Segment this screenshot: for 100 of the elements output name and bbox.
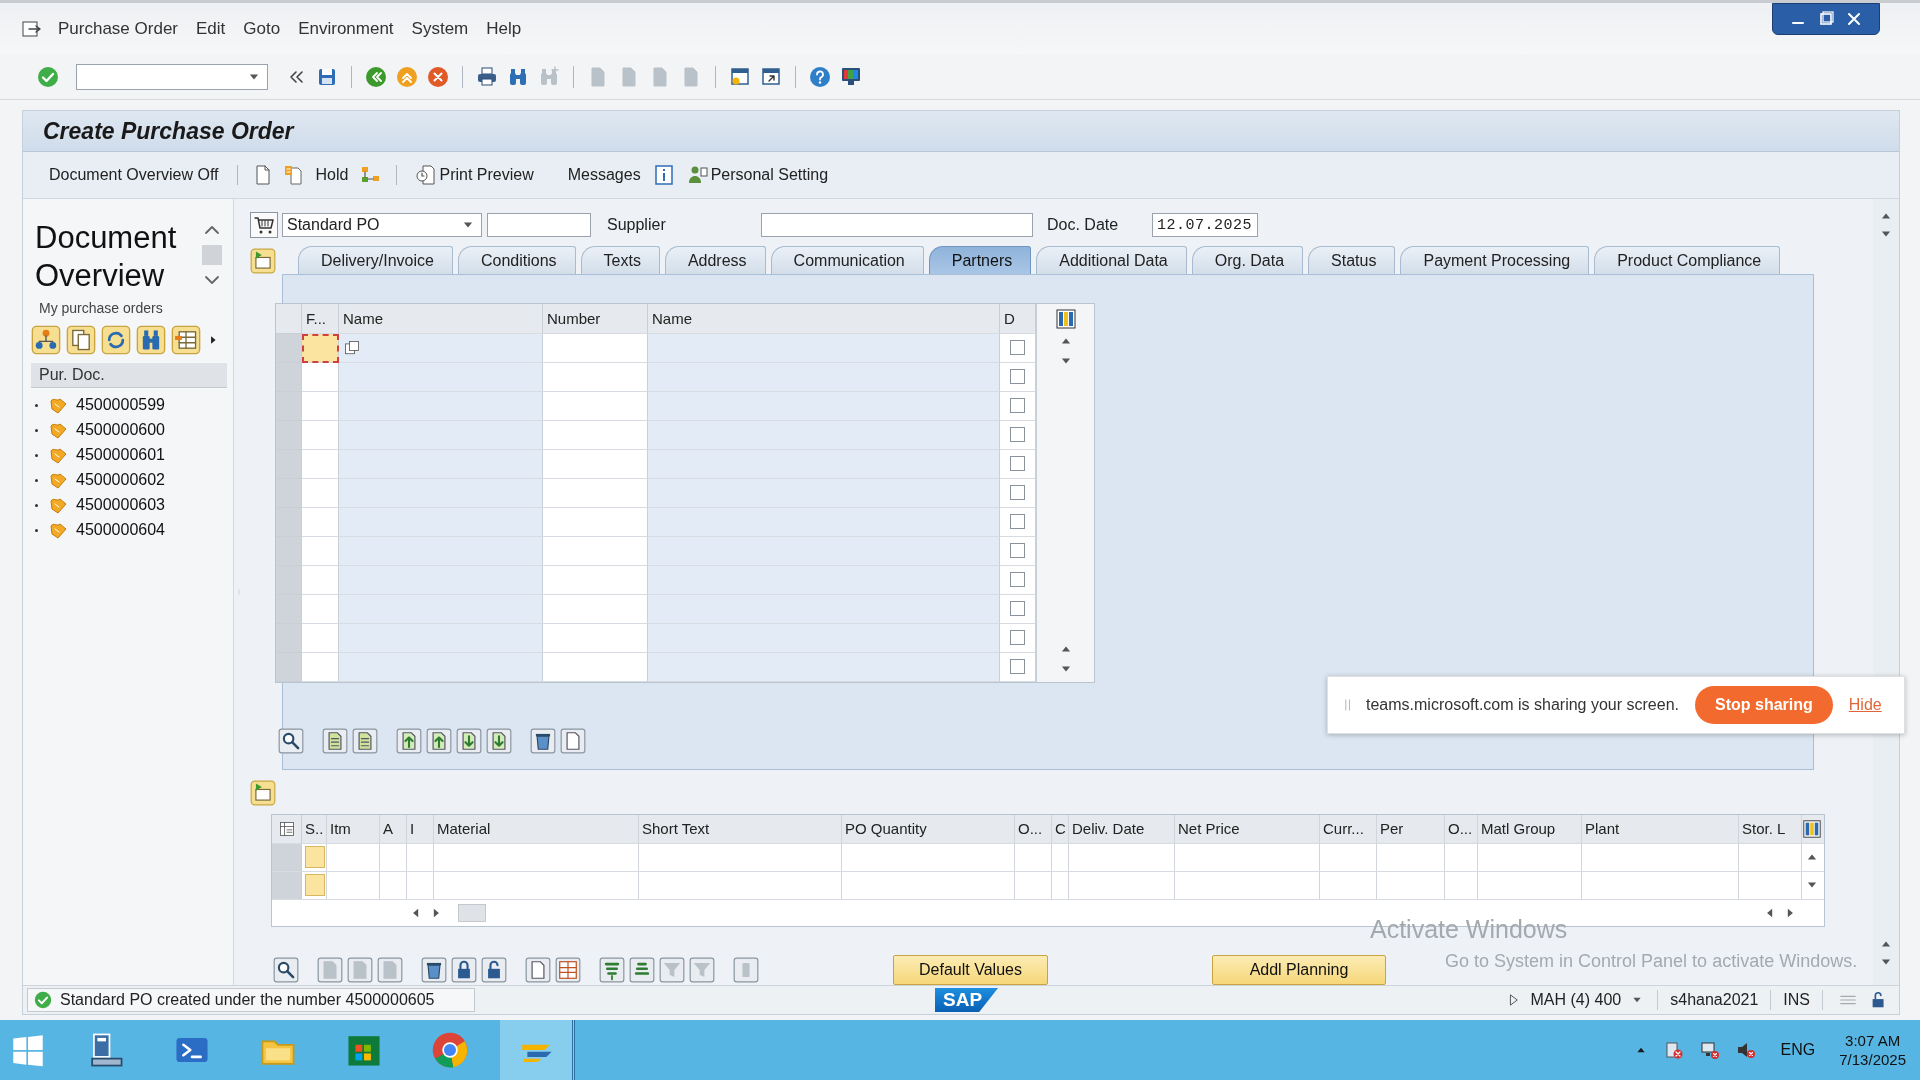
column-header[interactable]: F... bbox=[302, 303, 339, 334]
zoom-icon[interactable] bbox=[278, 727, 304, 754]
table-cell[interactable] bbox=[339, 507, 543, 537]
table-cell[interactable] bbox=[302, 449, 339, 479]
menu-item[interactable]: Help bbox=[486, 18, 522, 39]
table-cell[interactable] bbox=[648, 507, 1000, 537]
sort-icon[interactable] bbox=[599, 957, 625, 983]
trash-icon[interactable] bbox=[421, 957, 447, 983]
list-item[interactable]: 4500000602 bbox=[76, 471, 165, 489]
checkbox[interactable] bbox=[1010, 485, 1025, 501]
hierarchy-icon[interactable] bbox=[31, 325, 61, 355]
column-header[interactable]: O... bbox=[1445, 815, 1478, 843]
table-cell[interactable] bbox=[339, 652, 543, 682]
arrow-up-icon[interactable] bbox=[426, 727, 452, 754]
table-cell[interactable] bbox=[302, 420, 339, 450]
table-cell[interactable] bbox=[339, 594, 543, 624]
checkbox[interactable] bbox=[1010, 398, 1025, 414]
table-cell[interactable] bbox=[339, 333, 543, 363]
checkbox[interactable] bbox=[1010, 630, 1025, 646]
table-cell[interactable] bbox=[648, 362, 1000, 392]
date-field[interactable]: 12.07.2025 bbox=[1152, 213, 1258, 238]
list-item[interactable]: 4500000603 bbox=[76, 496, 165, 514]
toolbar-button[interactable]: Messages bbox=[563, 164, 645, 186]
shortcut-window-icon[interactable] bbox=[760, 65, 782, 88]
unlock-icon[interactable] bbox=[481, 957, 507, 983]
column-header[interactable]: Matl Group bbox=[1478, 815, 1582, 843]
table-cell[interactable] bbox=[648, 420, 1000, 450]
menu-item[interactable]: System bbox=[411, 18, 469, 39]
list-item[interactable]: 4500000599 bbox=[76, 396, 165, 414]
start-icon[interactable] bbox=[10, 1032, 46, 1068]
table-cell[interactable] bbox=[302, 565, 339, 595]
focused-cell[interactable] bbox=[302, 333, 339, 363]
checkbox[interactable] bbox=[1010, 340, 1025, 356]
table-cell[interactable] bbox=[543, 449, 648, 479]
column-header[interactable]: S.. bbox=[302, 815, 327, 843]
table-cell[interactable] bbox=[648, 565, 1000, 595]
document-type-dropdown[interactable]: Standard PO bbox=[282, 213, 482, 238]
row-selector[interactable] bbox=[276, 507, 302, 537]
person-icon[interactable] bbox=[686, 164, 709, 186]
trash-icon[interactable] bbox=[530, 727, 556, 754]
clock-date[interactable]: 7/13/2025 bbox=[1839, 1051, 1906, 1068]
table-cell[interactable] bbox=[648, 391, 1000, 421]
row-selector[interactable] bbox=[276, 478, 302, 508]
table-cell[interactable] bbox=[543, 420, 648, 450]
table-cell[interactable] bbox=[302, 536, 339, 566]
column-header[interactable]: Name bbox=[339, 303, 543, 334]
table-cell[interactable] bbox=[302, 507, 339, 537]
checkbox[interactable] bbox=[1010, 427, 1025, 443]
success-icon[interactable] bbox=[34, 991, 52, 1009]
column-header[interactable]: Material bbox=[434, 815, 639, 843]
new-window-icon[interactable] bbox=[729, 65, 751, 88]
toolbar-button[interactable]: Hold bbox=[311, 164, 353, 186]
info-icon[interactable] bbox=[652, 164, 675, 186]
sort-icon[interactable] bbox=[629, 957, 655, 983]
toolbar-button[interactable]: Print Preview bbox=[411, 162, 538, 188]
column-header[interactable]: C bbox=[1052, 815, 1069, 843]
browser-icon[interactable] bbox=[431, 1031, 469, 1069]
planning-button[interactable]: Addl Planning bbox=[1212, 955, 1386, 985]
page-icon[interactable] bbox=[560, 727, 586, 754]
system-info[interactable]: MAH (4) 400 bbox=[1530, 991, 1622, 1009]
table-cell[interactable] bbox=[648, 478, 1000, 508]
document-icon[interactable] bbox=[352, 727, 378, 754]
list-item[interactable]: 4500000601 bbox=[76, 446, 165, 464]
menu-item[interactable]: Edit bbox=[196, 18, 226, 39]
menu-item[interactable]: Purchase Order bbox=[58, 18, 178, 39]
tab[interactable]: Partners bbox=[928, 245, 1032, 274]
table-cell[interactable] bbox=[339, 623, 543, 653]
checkbox[interactable] bbox=[1010, 572, 1025, 588]
column-header[interactable]: Short Text bbox=[639, 815, 842, 843]
table-cell[interactable] bbox=[648, 623, 1000, 653]
row-selector[interactable] bbox=[276, 536, 302, 566]
row-selector[interactable] bbox=[272, 844, 302, 871]
table-cell[interactable] bbox=[302, 652, 339, 682]
column-settings-icon[interactable] bbox=[1802, 819, 1822, 839]
table-cell[interactable] bbox=[339, 391, 543, 421]
table-cell[interactable] bbox=[302, 623, 339, 653]
back-icon[interactable] bbox=[365, 65, 387, 88]
column-header[interactable]: Number bbox=[543, 303, 648, 334]
arrow-down-icon[interactable] bbox=[456, 727, 482, 754]
list-item[interactable]: 4500000600 bbox=[76, 421, 165, 439]
table-cell[interactable] bbox=[543, 536, 648, 566]
column-settings-icon[interactable] bbox=[1054, 307, 1077, 330]
copy-icon[interactable] bbox=[66, 325, 96, 355]
table-cell[interactable] bbox=[543, 652, 648, 682]
row-selector[interactable] bbox=[276, 594, 302, 624]
help-icon[interactable] bbox=[809, 65, 831, 88]
table-cell[interactable] bbox=[648, 449, 1000, 479]
toolbar-button[interactable]: Personal Setting bbox=[682, 162, 833, 188]
print-preview-icon[interactable] bbox=[415, 164, 438, 186]
binoculars-icon[interactable] bbox=[136, 325, 166, 355]
table-cell[interactable] bbox=[543, 478, 648, 508]
list-item[interactable]: 4500000604 bbox=[76, 521, 165, 539]
tab[interactable]: Texts bbox=[580, 245, 660, 274]
panel-toggle-icon[interactable] bbox=[250, 780, 276, 806]
exit-icon[interactable] bbox=[396, 65, 418, 88]
column-header[interactable]: Name bbox=[648, 303, 1000, 334]
command-field[interactable] bbox=[76, 63, 268, 90]
arrow-up-icon[interactable] bbox=[396, 727, 422, 754]
menu-item[interactable]: Environment bbox=[298, 18, 394, 39]
scrollbar-thumb[interactable] bbox=[202, 245, 222, 265]
